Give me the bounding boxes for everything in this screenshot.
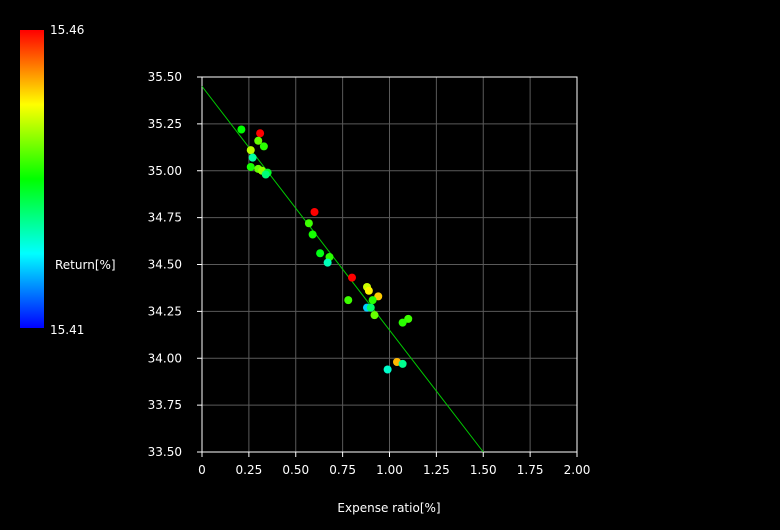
data-point bbox=[310, 208, 319, 216]
data-point bbox=[370, 311, 379, 320]
data-point bbox=[323, 258, 332, 267]
x-tick-label: 0 bbox=[198, 463, 206, 477]
colorbar-min-label: 15.41 bbox=[50, 323, 84, 337]
x-tick-label: 1.50 bbox=[470, 463, 497, 477]
y-tick-label: 35.50 bbox=[148, 70, 182, 84]
data-point bbox=[344, 296, 353, 305]
data-point bbox=[237, 125, 246, 134]
y-tick-label: 33.75 bbox=[148, 398, 182, 412]
x-tick-label: 2.00 bbox=[564, 463, 591, 477]
axis-ticks: 0 0.25 0.50 0.75 1.00 1.25 1.50 1.75 2.00 33.50 33… bbox=[148, 70, 591, 477]
x-tick-label: 1.75 bbox=[517, 463, 544, 477]
data-point bbox=[256, 129, 265, 138]
data-point bbox=[316, 249, 325, 258]
scatter-chart: 15.46 15.41 Return[%] 0 0.25 0.50 0.75 1.00 1… bbox=[20, 23, 591, 515]
data-point bbox=[308, 230, 317, 239]
x-tick-label: 1.00 bbox=[376, 463, 403, 477]
data-point bbox=[259, 142, 268, 151]
x-tick-label: 1.25 bbox=[423, 463, 450, 477]
y-tick-label: 34.75 bbox=[148, 211, 182, 225]
data-point bbox=[248, 153, 257, 162]
data-point bbox=[368, 296, 377, 305]
data-point bbox=[366, 303, 375, 312]
colorbar: 15.46 15.41 Return[%] bbox=[20, 23, 116, 337]
y-tick-label: 35.00 bbox=[148, 164, 182, 178]
data-point bbox=[246, 163, 255, 171]
data-point bbox=[364, 286, 373, 295]
y-tick-label: 35.25 bbox=[148, 117, 182, 131]
y-tick-label: 33.50 bbox=[148, 445, 182, 459]
data-points bbox=[237, 125, 413, 374]
data-point bbox=[398, 318, 407, 327]
x-tick-label: 0.25 bbox=[236, 463, 263, 477]
data-point bbox=[398, 359, 407, 368]
y-tick-label: 34.00 bbox=[148, 351, 182, 365]
colorbar-title: Return[%] bbox=[55, 258, 116, 272]
x-axis-label: Expense ratio[%] bbox=[337, 501, 440, 515]
x-tick-label: 0.75 bbox=[329, 463, 356, 477]
data-point bbox=[383, 365, 392, 374]
colorbar-gradient bbox=[20, 30, 44, 328]
y-tick-label: 34.50 bbox=[148, 258, 182, 272]
x-tick-label: 0.50 bbox=[282, 463, 309, 477]
data-point bbox=[348, 273, 356, 282]
data-point bbox=[246, 146, 255, 155]
data-point bbox=[304, 219, 313, 228]
colorbar-max-label: 15.46 bbox=[50, 23, 84, 37]
data-point bbox=[261, 170, 270, 179]
y-tick-label: 34.25 bbox=[148, 304, 182, 318]
